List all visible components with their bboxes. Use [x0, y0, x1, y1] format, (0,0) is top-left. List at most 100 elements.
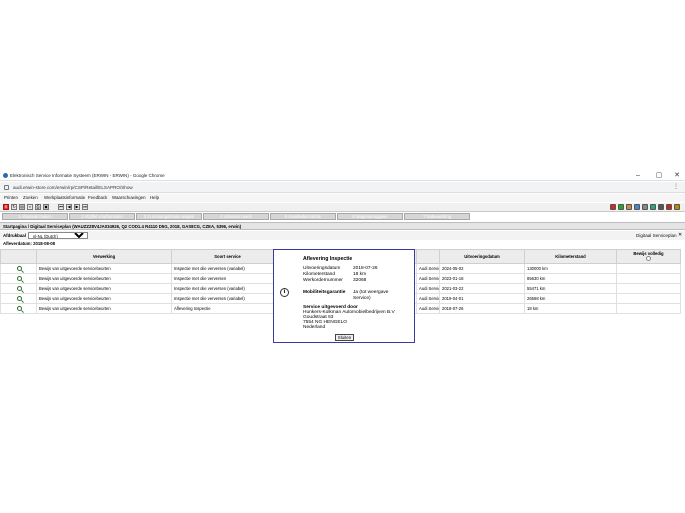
- service-detail-dialog: Aflevering Inspectie i Uitvoeringsdatum …: [273, 249, 415, 343]
- previous-icon[interactable]: ◀: [66, 204, 72, 210]
- field-label: Uitvoeringsdatum: [303, 266, 341, 271]
- browser-window: Elektronisch Service Informatie Systeem …: [0, 170, 685, 344]
- cell-datum: 2023-01-18: [439, 273, 525, 284]
- tool-icon-4[interactable]: [634, 204, 640, 210]
- tool-icon-1[interactable]: [610, 204, 616, 210]
- field-label: Werkordernummer: [303, 278, 343, 283]
- workflow-tabs: 1 Afspraak maken 2 Afgiftel voorbereiden…: [0, 213, 685, 221]
- section-title: Digitaal Serviceplan: [636, 233, 677, 238]
- toolbar: S ↻ ▤ ⌕ ⎙ ▣ ⏮ ◀ ▶ ⏭: [0, 203, 685, 212]
- breadcrumb: Startpagina / Digitaal Serviceplan (WAUZ…: [0, 222, 685, 230]
- app-icon: [3, 173, 8, 178]
- col-icon: [0, 249, 37, 264]
- delivery-date: Afleverdatum: 2018-08-08: [3, 241, 56, 246]
- select-all-checkbox[interactable]: [646, 256, 651, 261]
- window-title: Elektronisch Service Informatie Systeem …: [10, 173, 165, 178]
- mobility-label: Mobiliteitsgarantie: [303, 290, 346, 295]
- search-icon[interactable]: ⌕: [27, 204, 33, 210]
- last-icon[interactable]: ⏭: [82, 204, 88, 210]
- site-info-icon[interactable]: [4, 185, 9, 190]
- menu-waarschuwingen[interactable]: Waarschuwingen: [112, 195, 146, 200]
- cell-soort: Inspectie met olie verversen: [171, 273, 284, 284]
- first-icon[interactable]: ⏮: [58, 204, 64, 210]
- tool-icon-9[interactable]: [674, 204, 680, 210]
- tab-uitvoeren-werk[interactable]: 4 Uitvoeren werk: [203, 213, 269, 220]
- tab-kwaliteitscontrole[interactable]: 5 Kwaliteitscontrole: [270, 213, 336, 220]
- maximize-icon[interactable]: ▢: [653, 171, 665, 180]
- menu-feedback[interactable]: Feedback: [88, 195, 107, 200]
- cell-dealer: Audi Service: [416, 283, 440, 294]
- cell-km: 18 km: [524, 303, 617, 314]
- field-value: 18 km: [353, 272, 367, 277]
- cell-datum: 2021-03-22: [439, 283, 525, 294]
- cell-km: 130000 km: [524, 263, 617, 274]
- cell-km: 26568 km: [524, 293, 617, 304]
- cell-soort: Inspectie met olie verversen (variabel): [171, 293, 284, 304]
- info-icon: i: [280, 288, 289, 297]
- more-options-icon[interactable]: ⋮: [673, 183, 679, 190]
- col-dealer: [416, 249, 440, 264]
- home-icon[interactable]: S: [3, 204, 9, 210]
- cell-soort: Inspectie met olie verversen (variabel): [171, 283, 284, 294]
- cell-datum: 2019-04-01: [439, 293, 525, 304]
- close-section-icon[interactable]: ✕: [678, 232, 682, 238]
- refresh-icon[interactable]: ↻: [11, 204, 17, 210]
- language-select[interactable]: nl-NL (Dutch): [28, 232, 88, 239]
- cell-verwerking: Bewijs van uitgevoerde servicebeurten: [36, 293, 172, 304]
- print-icon[interactable]: ⎙: [35, 204, 41, 210]
- field-value: 32068: [353, 278, 367, 283]
- tool-icon-8[interactable]: [666, 204, 672, 210]
- cell-soort: Inspectie met olie verversen (variabel): [171, 263, 284, 274]
- document-icon[interactable]: ▤: [19, 204, 25, 210]
- col-bewijs-volledig: Bewijs volledig: [616, 249, 681, 264]
- cell-km: 85630 km: [524, 273, 617, 284]
- tool-icon-2[interactable]: [618, 204, 624, 210]
- close-icon[interactable]: ✕: [671, 171, 683, 180]
- menu-zoeken[interactable]: Zoeken: [23, 195, 38, 200]
- view-icon[interactable]: [17, 265, 22, 271]
- menu-printen[interactable]: Printen: [4, 195, 18, 200]
- view-icon[interactable]: [17, 275, 22, 281]
- cell-verwerking: Bewijs van uitgevoerde servicebeurten: [36, 263, 172, 274]
- col-uitvoeringsdatum: Uitvoeringsdatum: [439, 249, 525, 264]
- tab-wagenteruggave[interactable]: 6 Wagenteruggave: [337, 213, 403, 220]
- mobility-value: Ja (tot weergave: [353, 290, 389, 295]
- cell-dealer: Audi Service: [416, 263, 440, 274]
- tab-afspraak-maken[interactable]: 1 Afspraak maken: [2, 213, 68, 220]
- cell-soort: Aflevering Inspectie: [171, 303, 284, 314]
- cell-dealer: Audi Service: [416, 273, 440, 284]
- tool-icon-5[interactable]: [642, 204, 648, 210]
- dialog-title: Aflevering Inspectie: [303, 256, 353, 262]
- tool-icon-7[interactable]: [658, 204, 664, 210]
- menu-werkplaatsinformatie[interactable]: Werkplaatsinformatie: [44, 195, 85, 200]
- col-soort-service: Soort service: [171, 249, 284, 264]
- view-icon[interactable]: [17, 285, 22, 291]
- next-icon[interactable]: ▶: [74, 204, 80, 210]
- address-bar: audi.erwin-store.com/erwin/rp/CSP/Retail…: [0, 182, 685, 193]
- tab-ontvangstname[interactable]: 3 In ontvangstname wagen: [136, 213, 202, 220]
- cell-km: 55471 km: [524, 283, 617, 294]
- field-label: Kilometerstand: [303, 272, 335, 277]
- col-kilometerstand: Kilometerstand: [524, 249, 617, 264]
- close-button[interactable]: Sluiten: [335, 334, 354, 341]
- field-value: 2018-07-26: [353, 266, 378, 271]
- col-verwerking: Verwerking: [36, 249, 172, 264]
- menu-help[interactable]: Help: [150, 195, 159, 200]
- tool-icon-6[interactable]: [650, 204, 656, 210]
- cell-datum: 2018-07-26: [439, 303, 525, 314]
- tab-nabewerking[interactable]: 7 Nabewerking: [404, 213, 470, 220]
- title-bar: Elektronisch Service Informatie Systeem …: [0, 170, 685, 181]
- cell-dealer: Audi Service: [416, 293, 440, 304]
- save-icon[interactable]: ▣: [43, 204, 49, 210]
- view-icon[interactable]: [17, 295, 22, 301]
- minimize-icon[interactable]: –: [632, 171, 644, 180]
- tab-afgifte-voorbereiden[interactable]: 2 Afgiftel voorbereiden: [69, 213, 135, 220]
- url-field[interactable]: audi.erwin-store.com/erwin/rp/CSP/Retail…: [13, 185, 133, 190]
- cell-verwerking: Bewijs van uitgevoerde servicebeurten: [36, 303, 172, 314]
- menu-bar: Printen Zoeken Werkplaatsinformatie Feed…: [0, 194, 685, 202]
- view-icon[interactable]: [17, 305, 22, 311]
- dealer-country: Nederland: [303, 325, 326, 330]
- tool-icon-3[interactable]: [626, 204, 632, 210]
- vehicle-info: Startpagina / Digitaal Serviceplan (WAUZ…: [3, 224, 242, 229]
- cell-verwerking: Bewijs van uitgevoerde servicebeurten: [36, 273, 172, 284]
